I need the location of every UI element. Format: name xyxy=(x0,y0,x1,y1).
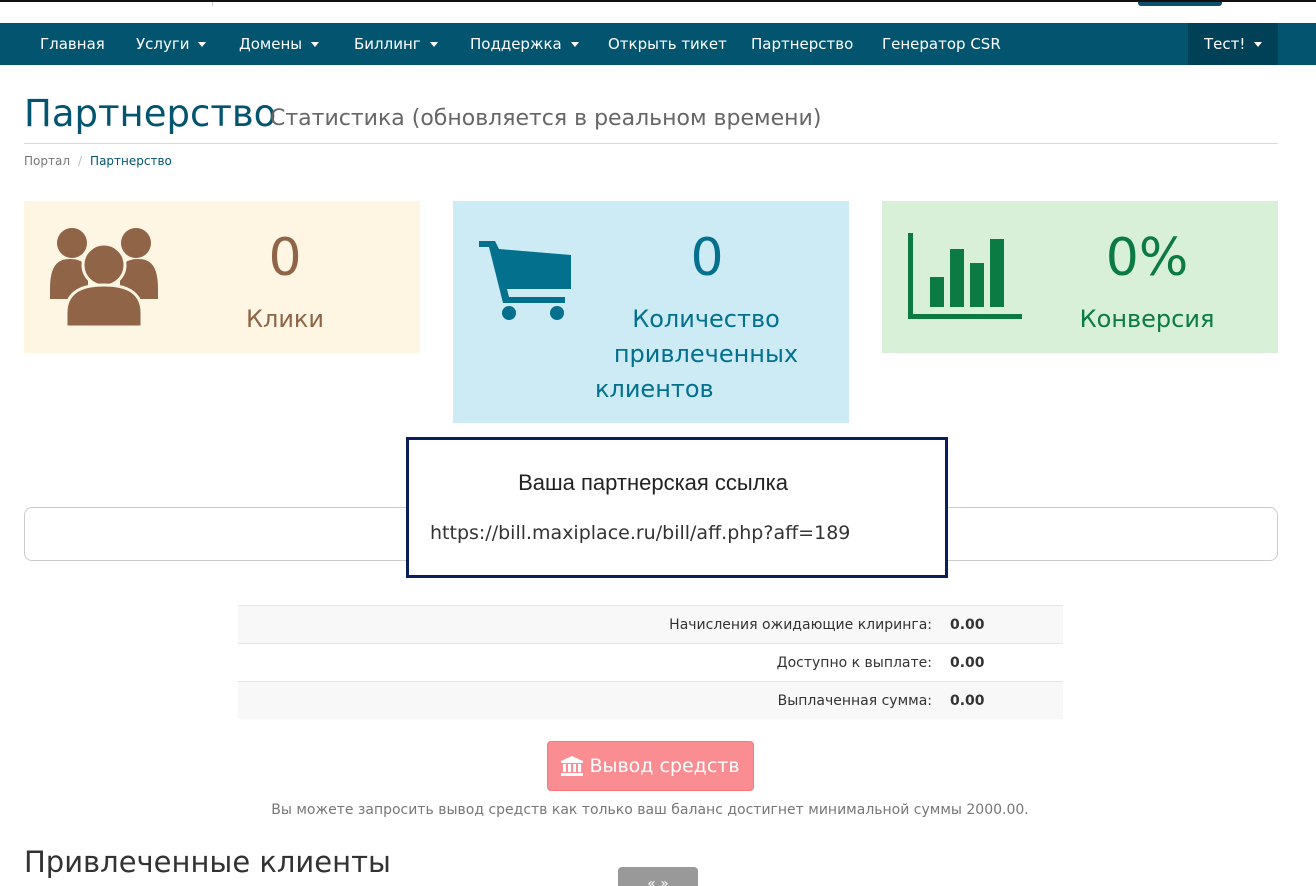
clients-label: Количество привлеченных клиентов xyxy=(595,305,799,403)
referrals-section-title: Привлеченные клиенты xyxy=(24,845,391,879)
conversion-label: Конверсия xyxy=(1079,305,1215,333)
balance-row-withdrawn: Выплаченная сумма: 0.00 xyxy=(238,681,1063,719)
balance-label: Доступно к выплате: xyxy=(776,655,932,671)
caret-down-icon xyxy=(311,42,320,47)
nav-item-billing[interactable]: Биллинг xyxy=(354,23,438,65)
breadcrumb-home[interactable]: Портал xyxy=(24,154,70,168)
page-subtitle: Статистика (обновляется в реальном време… xyxy=(270,106,822,131)
caret-down-icon xyxy=(429,42,438,47)
top-button-stub[interactable] xyxy=(1138,2,1222,6)
affiliate-link-title: Ваша партнерская ссылка xyxy=(518,470,788,495)
balance-label: Выплаченная сумма: xyxy=(777,693,932,709)
clicks-value: 0 xyxy=(268,228,302,288)
balance-label: Начисления ожидающие клиринга: xyxy=(669,617,932,633)
referrals-pager[interactable]: « » xyxy=(618,867,698,886)
balance-value: 0.00 xyxy=(950,693,985,709)
withdraw-button[interactable]: Вывод средств xyxy=(547,741,754,791)
nav-item-open-ticket[interactable]: Открыть тикет xyxy=(608,23,727,65)
affiliate-link-highlight: Ваша партнерская ссылка https://bill.max… xyxy=(406,437,948,578)
withdraw-note: Вы можете запросить вывод средств как то… xyxy=(271,802,1029,818)
nav-item-affiliates[interactable]: Партнерство xyxy=(751,23,853,65)
bar-chart-icon xyxy=(908,233,1022,319)
nav-item-home[interactable]: Главная xyxy=(40,23,105,65)
clicks-label: Клики xyxy=(245,305,325,333)
main-navbar: Главная Услуги Домены Биллинг Поддержка … xyxy=(0,23,1316,65)
top-divider xyxy=(212,2,213,6)
cart-icon xyxy=(479,241,571,320)
top-strip xyxy=(0,0,1316,23)
withdraw-button-label: Вывод средств xyxy=(589,755,740,777)
nav-item-csr-generator[interactable]: Генератор CSR xyxy=(882,23,1001,65)
nav-user-menu[interactable]: Тест! xyxy=(1188,23,1278,65)
nav-item-domains[interactable]: Домены xyxy=(239,23,320,65)
conversion-value: 0% xyxy=(1105,228,1189,288)
breadcrumb-separator: / xyxy=(78,154,83,168)
balance-row-available: Доступно к выплате: 0.00 xyxy=(238,643,1063,681)
title-divider xyxy=(24,143,1278,144)
clients-value: 0 xyxy=(690,228,724,288)
breadcrumb: Портал / Партнерство xyxy=(24,154,172,168)
stat-card-conversion: 0% Конверсия xyxy=(882,201,1278,353)
bank-icon xyxy=(561,756,584,776)
users-icon xyxy=(50,228,158,327)
balance-table: Начисления ожидающие клиринга: 0.00 Дост… xyxy=(238,605,1063,719)
stat-card-clients: 0 Количество привлеченных клиентов xyxy=(453,201,849,423)
nav-item-support[interactable]: Поддержка xyxy=(470,23,579,65)
balance-value: 0.00 xyxy=(950,617,985,633)
affiliate-link-url[interactable]: https://bill.maxiplace.ru/bill/aff.php?a… xyxy=(430,522,850,544)
balance-row-pending: Начисления ожидающие клиринга: 0.00 xyxy=(238,605,1063,643)
stat-card-clicks: 0 Клики xyxy=(24,201,420,353)
nav-item-services[interactable]: Услуги xyxy=(136,23,207,65)
balance-value: 0.00 xyxy=(950,655,985,671)
caret-down-icon xyxy=(1254,42,1263,47)
caret-down-icon xyxy=(198,42,207,47)
page-title: Партнерство xyxy=(24,92,277,135)
breadcrumb-current: Партнерство xyxy=(90,154,172,168)
caret-down-icon xyxy=(570,42,579,47)
